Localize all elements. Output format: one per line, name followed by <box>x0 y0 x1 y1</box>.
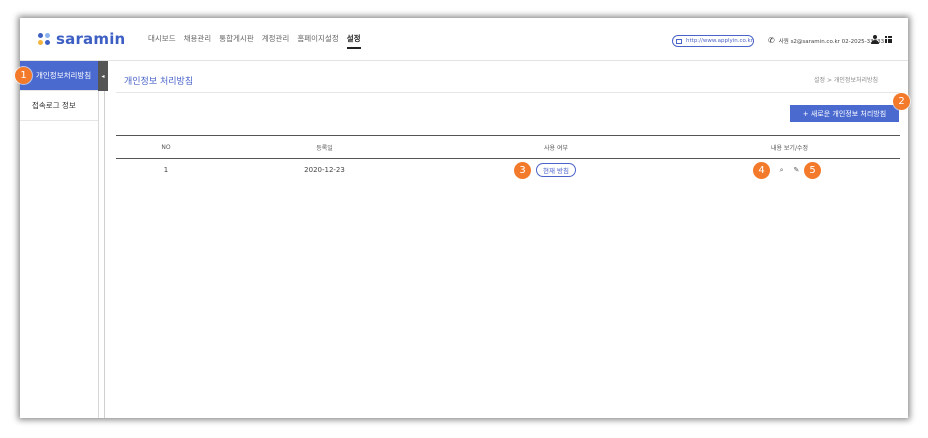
annotation-marker-2: 2 <box>893 93 910 110</box>
monitor-icon <box>676 38 683 44</box>
user-icon[interactable] <box>871 35 879 44</box>
page-title: 개인정보 처리방침 <box>124 77 194 87</box>
annotation-marker-5: 5 <box>804 162 821 179</box>
homepage-url-link[interactable]: http://www.applyin.co.kr <box>672 35 754 47</box>
title-divider <box>116 92 900 93</box>
nav-item-accounts[interactable]: 계정관리 <box>262 33 290 49</box>
status-badge[interactable]: 현재 방침 <box>536 163 576 177</box>
nav-item-dashboard[interactable]: 대시보드 <box>148 33 176 49</box>
sidebar: 개인정보처리방침 접속로그 정보 <box>20 61 99 418</box>
nav-item-board[interactable]: 통합게시판 <box>219 33 254 49</box>
sidebar-item-label: 접속로그 정보 <box>32 101 76 110</box>
annotation-marker-4: 4 <box>753 162 770 179</box>
contact-text: 사원 s2@saramin.co.kr 02-2025-33333 <box>778 38 885 45</box>
edit-pencil-icon[interactable]: ✎ <box>794 166 800 174</box>
logo-dots-icon <box>38 32 52 46</box>
nav-item-settings[interactable]: 설정 <box>346 33 361 49</box>
homepage-url-text: http://www.applyin.co.kr <box>686 38 753 44</box>
apps-grid-icon[interactable] <box>885 36 892 43</box>
chevron-left-icon: ◂ <box>101 72 105 80</box>
col-header-date: 등록일 <box>316 144 333 152</box>
table-row: 1 2020-12-23 현재 방침 ⌕ ✎ <box>116 159 900 181</box>
saramin-logo[interactable]: saramin <box>38 29 125 49</box>
table-header: NO 등록일 사용 여부 내용 보기/수정 <box>116 135 900 159</box>
col-header-no: NO <box>161 143 171 151</box>
top-header: saramin 대시보드 채용관리 통합게시판 계정관리 홈페이지설정 설정 h… <box>20 18 908 61</box>
row-actions: ⌕ ✎ <box>679 166 900 175</box>
cell-no: 1 <box>163 166 169 174</box>
nav-item-homepage-settings[interactable]: 홈페이지설정 <box>297 33 338 49</box>
contact-info: ✆ 사원 s2@saramin.co.kr 02-2025-33333 <box>768 36 884 45</box>
cell-date: 2020-12-23 <box>304 166 345 174</box>
nav-item-recruitment[interactable]: 채용관리 <box>184 33 212 49</box>
logo-text: saramin <box>56 30 126 48</box>
sidebar-item-access-log[interactable]: 접속로그 정보 <box>20 91 98 121</box>
policy-table: NO 등록일 사용 여부 내용 보기/수정 1 2020-12-23 현재 방침… <box>116 135 900 181</box>
col-header-status: 사용 여부 <box>544 144 568 152</box>
cell-status: 현재 방침 <box>433 163 679 177</box>
breadcrumb: 설정 > 개인정보처리방침 <box>814 77 879 84</box>
cell-actions: ⌕ ✎ <box>679 166 900 175</box>
phone-icon: ✆ <box>768 36 775 45</box>
divider <box>104 91 105 418</box>
annotation-marker-1: 1 <box>15 67 32 84</box>
main-nav: 대시보드 채용관리 통합게시판 계정관리 홈페이지설정 설정 <box>148 33 361 49</box>
view-search-icon[interactable]: ⌕ <box>780 166 784 175</box>
sidebar-item-label: 개인정보처리방침 <box>36 71 92 80</box>
sidebar-collapse-button[interactable]: ◂ <box>98 61 108 91</box>
new-privacy-policy-button[interactable]: + 새로운 개인정보 처리방침 <box>790 105 899 122</box>
annotation-marker-3: 3 <box>514 162 531 179</box>
app-window: saramin 대시보드 채용관리 통합게시판 계정관리 홈페이지설정 설정 h… <box>20 18 908 418</box>
col-header-actions: 내용 보기/수정 <box>770 144 809 152</box>
